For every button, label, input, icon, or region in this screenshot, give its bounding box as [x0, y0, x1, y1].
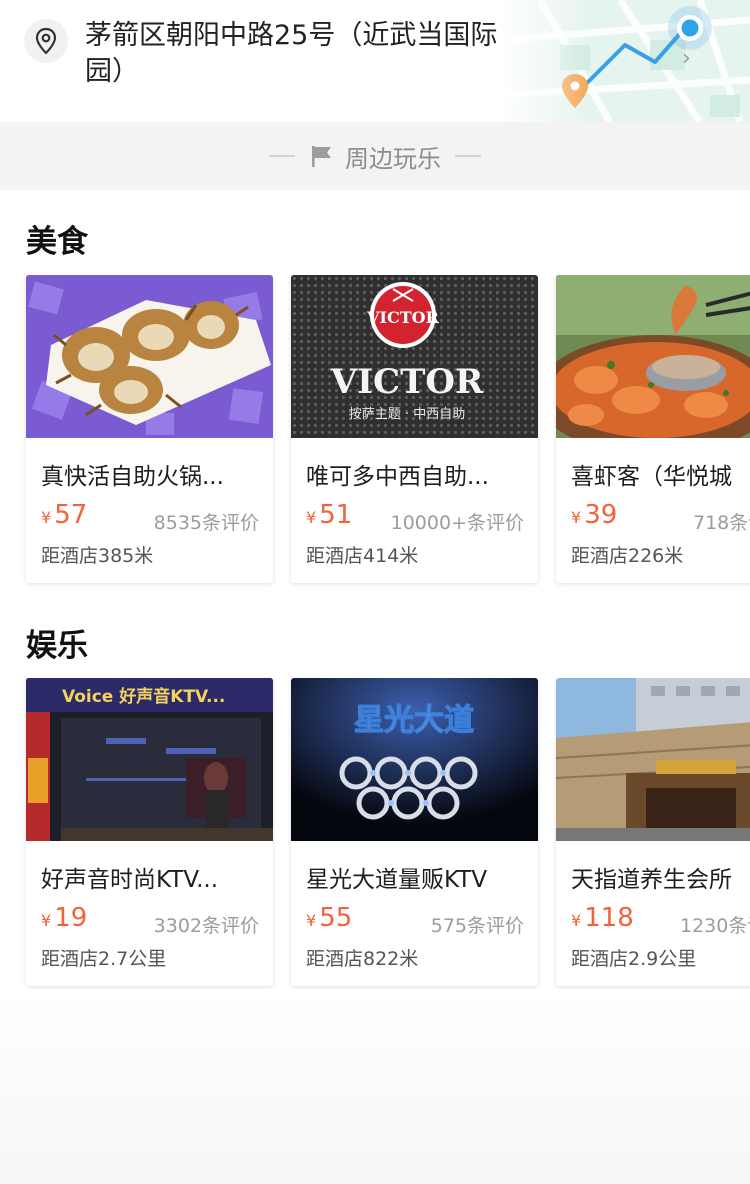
- address-bar[interactable]: 茅箭区朝阳中路25号（近武当国际园） ›: [0, 0, 750, 122]
- review-count: 1230条评价: [680, 915, 750, 937]
- divider-line-left: [269, 155, 295, 157]
- item-name: 星光大道量贩KTV: [306, 867, 488, 893]
- victor-sign-text: VICTOR: [330, 362, 484, 402]
- flag-icon: [312, 146, 331, 167]
- entertainment-photo-1: Voice 好声音KTV...: [26, 678, 273, 841]
- item-price: ¥39: [571, 500, 617, 530]
- food-photo-3: [556, 275, 750, 438]
- food-card-row[interactable]: 真快活自助火锅... ¥57 8535条评价 距酒店385米 VICTOR VI…: [0, 275, 750, 591]
- price-value: 19: [54, 903, 88, 933]
- map-route-icon[interactable]: [500, 0, 750, 122]
- review-count: 3302条评价: [153, 915, 259, 937]
- review-count: 718条评价: [693, 512, 750, 534]
- entertainment-card-2[interactable]: 星光大道 星光大道量贩KTV ¥55 575条评价 距酒店822米: [291, 678, 538, 986]
- distance-from-hotel: 距酒店414米: [306, 545, 419, 567]
- entertainment-section-title: 娱乐: [26, 628, 88, 664]
- entertainment-photo-2: 星光大道: [291, 678, 538, 841]
- review-count: 8535条评价: [153, 512, 259, 534]
- food-section-title: 美食: [26, 224, 88, 260]
- currency-symbol: ¥: [41, 508, 52, 527]
- item-price: ¥19: [41, 903, 87, 933]
- item-price: ¥51: [306, 500, 352, 530]
- victor-sub-text: 按萨主题 · 中西自助: [349, 407, 465, 422]
- review-count: 10000+条评价: [390, 512, 524, 534]
- distance-from-hotel: 距酒店385米: [41, 545, 154, 567]
- entertainment-card-1[interactable]: Voice 好声音KTV... 好声音时尚KTV... ¥19 3302条评价 …: [26, 678, 273, 986]
- price-value: 55: [319, 903, 353, 933]
- entertainment-card-row[interactable]: Voice 好声音KTV... 好声音时尚KTV... ¥19 3302条评价 …: [0, 678, 750, 994]
- location-pin-icon: [24, 19, 68, 63]
- item-price: ¥55: [306, 903, 352, 933]
- food-card-2[interactable]: VICTOR VICTOR 按萨主题 · 中西自助 唯可多中西自助... ¥51…: [291, 275, 538, 583]
- distance-from-hotel: 距酒店2.9公里: [571, 948, 697, 970]
- review-count: 575条评价: [430, 915, 524, 937]
- item-price: ¥57: [41, 500, 87, 530]
- entertainment-photo-3: [556, 678, 750, 841]
- entertainment-card-3[interactable]: 天指道养生会所 ¥118 1230条评价 距酒店2.9公里: [556, 678, 750, 986]
- divider-line-right: [455, 155, 481, 157]
- distance-from-hotel: 距酒店2.7公里: [41, 948, 167, 970]
- price-value: 39: [584, 500, 618, 530]
- ktv-sign-text: Voice 好声音KTV...: [62, 686, 225, 707]
- item-name: 真快活自助火锅...: [41, 464, 224, 490]
- star-avenue-sign-text: 星光大道: [354, 703, 474, 738]
- currency-symbol: ¥: [306, 508, 317, 527]
- distance-from-hotel: 距酒店226米: [571, 545, 684, 567]
- item-name: 喜虾客（华悦城: [571, 464, 732, 490]
- item-name: 天指道养生会所: [571, 867, 732, 893]
- food-card-1[interactable]: 真快活自助火锅... ¥57 8535条评价 距酒店385米: [26, 275, 273, 583]
- loading-placeholder-area: [0, 990, 750, 1184]
- price-value: 118: [584, 903, 634, 933]
- hotel-address: 茅箭区朝阳中路25号（近武当国际园）: [85, 20, 498, 87]
- food-card-3[interactable]: 喜虾客（华悦城 ¥39 718条评价 距酒店226米: [556, 275, 750, 583]
- victor-badge-text: VICTOR: [366, 308, 439, 327]
- currency-symbol: ¥: [571, 911, 582, 930]
- nearby-section-label: 周边玩乐: [345, 144, 441, 173]
- currency-symbol: ¥: [41, 911, 52, 930]
- food-photo-2: VICTOR VICTOR 按萨主题 · 中西自助: [291, 275, 538, 438]
- currency-symbol: ¥: [306, 911, 317, 930]
- currency-symbol: ¥: [571, 508, 582, 527]
- chevron-right-icon[interactable]: ›: [682, 46, 691, 71]
- food-photo-1: [26, 275, 273, 438]
- item-name: 好声音时尚KTV...: [41, 867, 219, 893]
- item-price: ¥118: [571, 903, 634, 933]
- price-value: 51: [319, 500, 353, 530]
- nearby-section-header: 周边玩乐: [0, 122, 750, 190]
- price-value: 57: [54, 500, 88, 530]
- distance-from-hotel: 距酒店822米: [306, 948, 419, 970]
- item-name: 唯可多中西自助...: [306, 464, 489, 490]
